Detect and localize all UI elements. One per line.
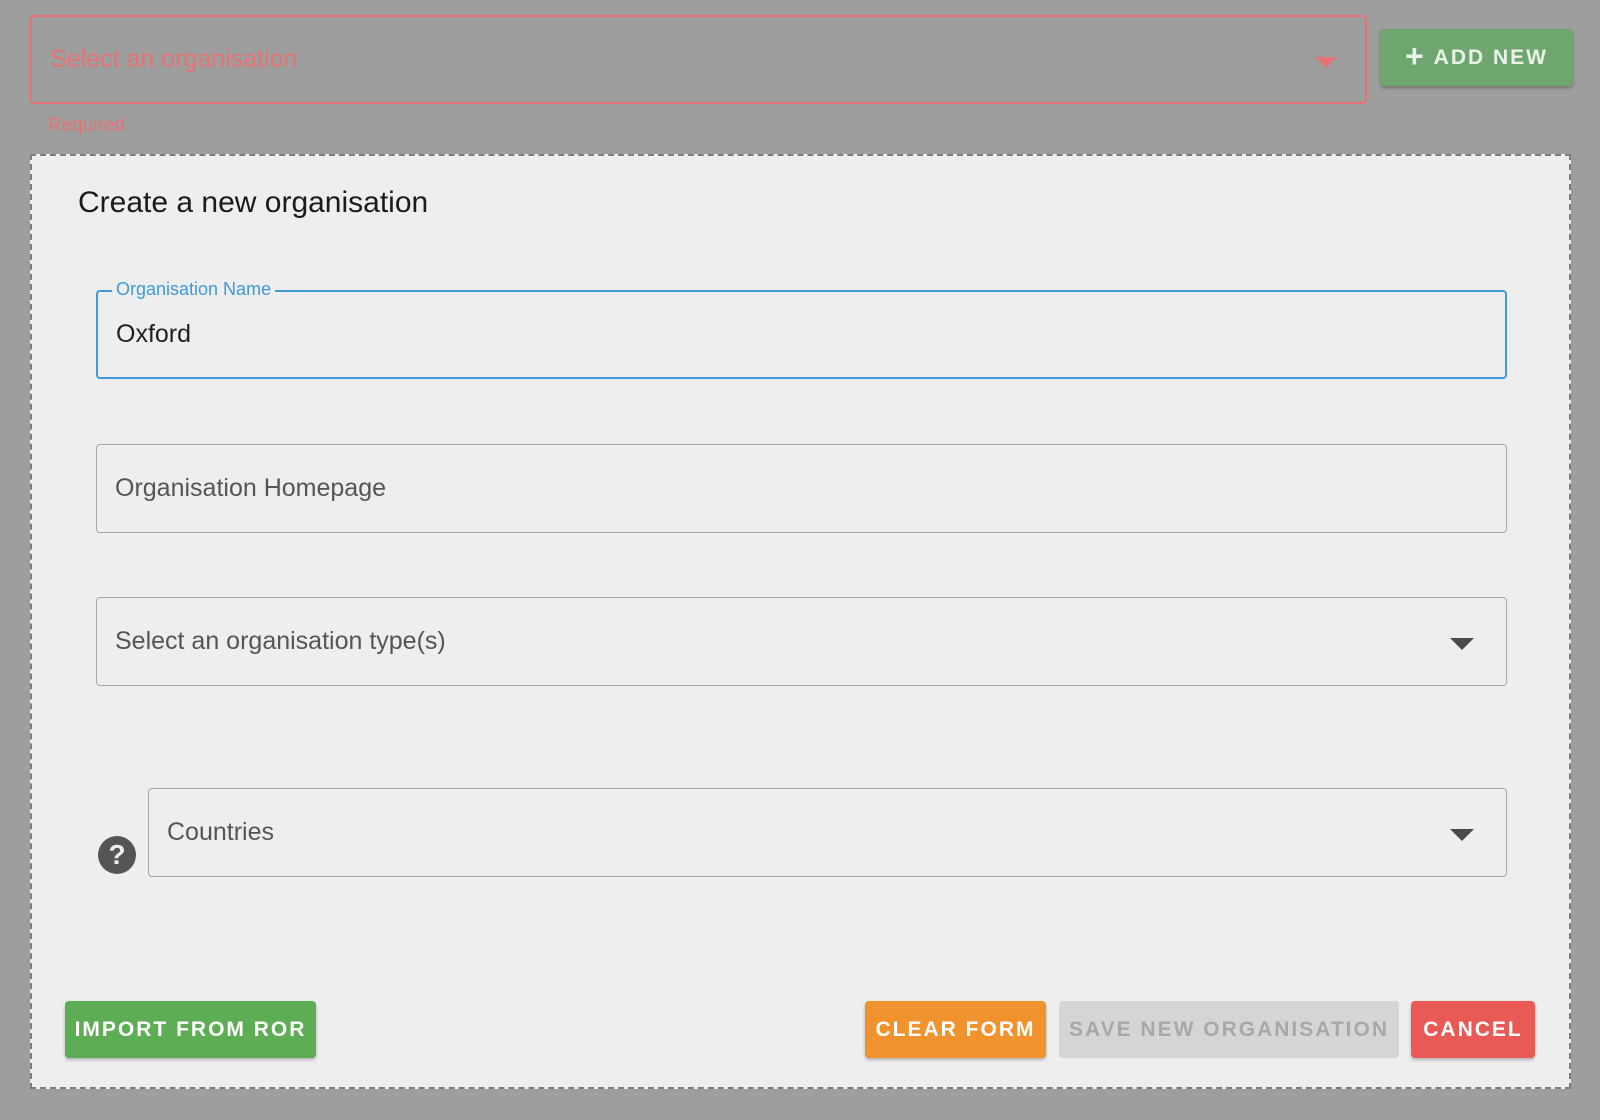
help-icon[interactable]: ? (98, 836, 136, 874)
organisation-name-label: Organisation Name (112, 279, 276, 300)
import-from-ror-button[interactable]: IMPORT FROM ROR (65, 1001, 316, 1058)
organisation-select-placeholder: Select an organisation (50, 45, 298, 73)
chevron-down-icon[interactable] (1315, 57, 1337, 68)
organisation-type-select[interactable]: Select an organisation type(s) (96, 597, 1507, 686)
add-new-label: ADD NEW (1433, 45, 1548, 69)
organisation-homepage-placeholder: Organisation Homepage (115, 474, 386, 502)
clear-form-button[interactable]: CLEAR FORM (865, 1001, 1046, 1058)
chevron-down-icon[interactable] (1450, 828, 1474, 841)
page: Select an organisation Required + ADD NE… (0, 0, 1600, 1120)
countries-select[interactable]: Countries (148, 788, 1507, 877)
cancel-button[interactable]: CANCEL (1411, 1001, 1535, 1058)
organisation-name-value[interactable]: Oxford (116, 320, 1487, 349)
organisation-select[interactable]: Select an organisation (30, 15, 1367, 104)
organisation-name-field[interactable]: Organisation Name Oxford (96, 279, 1507, 379)
create-organisation-dialog: Create a new organisation Organisation N… (30, 154, 1571, 1089)
save-new-organisation-button[interactable]: SAVE NEW ORGANISATION (1059, 1001, 1399, 1058)
dialog-title: Create a new organisation (78, 186, 429, 219)
add-new-button[interactable]: + ADD NEW (1380, 29, 1573, 86)
plus-icon: + (1404, 38, 1426, 74)
countries-placeholder: Countries (167, 818, 274, 846)
organisation-type-placeholder: Select an organisation type(s) (115, 627, 446, 655)
chevron-down-icon[interactable] (1450, 637, 1474, 650)
organisation-homepage-field[interactable]: Organisation Homepage (96, 444, 1507, 533)
required-hint: Required (48, 115, 126, 136)
